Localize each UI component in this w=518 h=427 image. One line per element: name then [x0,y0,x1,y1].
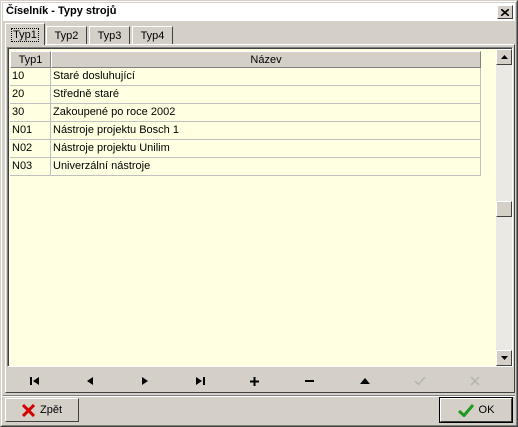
cell-nazev[interactable]: Nástroje projektu Unilim [51,140,481,158]
check-icon [413,376,426,386]
scroll-up-button[interactable] [496,49,512,65]
cell-typ1[interactable]: N01 [10,122,51,140]
data-grid[interactable]: Typ1 Název 10 Staré dosluhující 20 Střed… [7,47,513,367]
back-button-label: Zpět [39,404,62,416]
cancel-x-icon [469,376,480,386]
minus-icon [305,379,314,382]
record-navigator [7,368,513,394]
cancel-record-button[interactable] [447,368,502,394]
post-record-button[interactable] [392,368,447,394]
close-button[interactable] [497,5,513,19]
ok-button-label: OK [478,404,495,416]
table-row[interactable]: 30 Zakoupené po roce 2002 [10,104,481,122]
vertical-scrollbar[interactable] [496,49,512,366]
separator [3,395,515,397]
plus-icon [250,376,259,386]
title-bar[interactable]: Číselník - Typy strojů [3,3,515,21]
tab-typ4[interactable]: Typ4 [132,26,173,44]
cell-nazev[interactable]: Nástroje projektu Bosch 1 [51,122,481,140]
table-row[interactable]: N02 Nástroje projektu Unilim [10,140,481,158]
cell-typ1[interactable]: 10 [10,68,51,86]
first-record-button[interactable] [7,368,62,394]
cell-nazev[interactable]: Univerzální nástroje [51,158,481,176]
next-icon [141,377,148,385]
tab-typ1[interactable]: Typ1 [5,23,45,45]
window-title: Číselník - Typy strojů [6,5,117,17]
cell-typ1[interactable]: 20 [10,86,51,104]
arrow-up-icon [500,55,508,59]
arrow-down-icon [500,356,508,360]
column-header-typ1[interactable]: Typ1 [10,51,51,68]
edit-record-button[interactable] [337,368,392,394]
first-icon [29,377,39,385]
next-record-button[interactable] [117,368,172,394]
cell-typ1[interactable]: 30 [10,104,51,122]
last-record-button[interactable] [172,368,227,394]
dialog-window: Číselník - Typy strojů Typ1 Typ2 Typ3 Ty… [0,0,518,427]
grid-header: Typ1 Název [10,51,481,68]
cell-nazev[interactable]: Středně staré [51,86,481,104]
scroll-down-button[interactable] [496,350,512,366]
cell-nazev[interactable]: Zakoupené po roce 2002 [51,104,481,122]
tab-typ2[interactable]: Typ2 [46,26,87,44]
scroll-thumb[interactable] [496,201,512,217]
table-row[interactable]: 20 Středně staré [10,86,481,104]
column-header-nazev[interactable]: Název [51,51,481,68]
tab-typ3[interactable]: Typ3 [89,26,130,44]
last-icon [195,377,205,385]
up-triangle-icon [359,378,370,384]
cell-typ1[interactable]: N02 [10,140,51,158]
table-row[interactable]: N03 Univerzální nástroje [10,158,481,176]
ok-button[interactable]: OK [439,397,513,423]
prior-record-button[interactable] [62,368,117,394]
red-x-icon [21,403,35,417]
prior-icon [86,377,93,385]
insert-record-button[interactable] [227,368,282,394]
close-icon [501,8,509,16]
table-row[interactable]: N01 Nástroje projektu Bosch 1 [10,122,481,140]
back-button[interactable]: Zpět [5,398,79,422]
delete-record-button[interactable] [282,368,337,394]
table-row[interactable]: 10 Staré dosluhující [10,68,481,86]
cell-nazev[interactable]: Staré dosluhující [51,68,481,86]
cell-typ1[interactable]: N03 [10,158,51,176]
green-check-icon [457,403,474,417]
